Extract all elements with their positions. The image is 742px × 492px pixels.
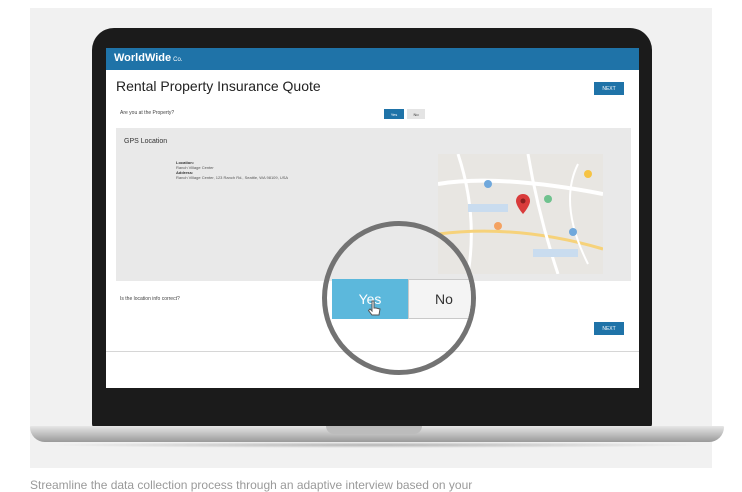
next-button-bottom[interactable]: NEXT — [594, 322, 624, 335]
laptop-shadow — [40, 442, 710, 448]
next-button-top[interactable]: NEXT — [594, 82, 624, 95]
gps-title: GPS Location — [124, 138, 168, 145]
caption: Streamline the data collection process t… — [30, 478, 473, 492]
pointer-cursor-icon — [367, 300, 381, 316]
at-property-no-button[interactable]: No — [407, 109, 425, 119]
zoom-magnifier: Yes No — [322, 221, 476, 375]
page-title: Rental Property Insurance Quote — [116, 78, 321, 94]
logo-text: WorldWide — [114, 52, 172, 64]
app-header: WorldWide Co. — [106, 48, 639, 70]
address-value: Ranch Village Center, 123 Ranch Rd., Sea… — [176, 175, 289, 180]
map-pin-icon — [516, 194, 530, 214]
location-correct-question: Is the location info correct? — [120, 296, 180, 302]
logo-suffix: Co. — [173, 57, 183, 63]
at-property-yes-button[interactable]: Yes — [384, 109, 404, 119]
logo: WorldWide Co. — [114, 52, 182, 64]
at-property-question: Are you at the Property? — [120, 110, 175, 116]
location-correct-no-button[interactable]: No — [408, 279, 471, 319]
gps-details: Location: Ranch Village Center Address: … — [176, 160, 288, 180]
laptop-notch — [326, 426, 422, 434]
